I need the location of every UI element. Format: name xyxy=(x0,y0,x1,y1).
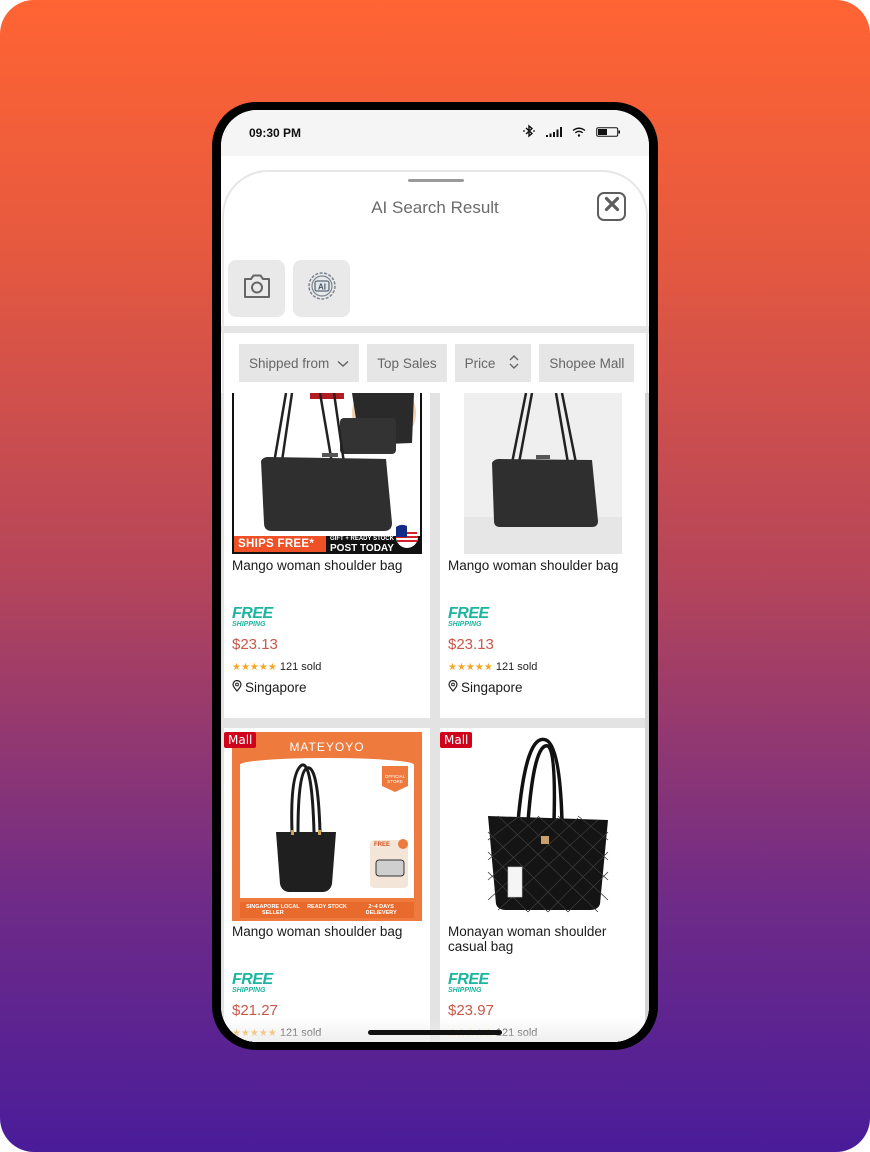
free-shipping-badge: FREE SHIPPING xyxy=(232,971,273,995)
product-name: Mango woman shoulder bag xyxy=(448,558,619,573)
product-image: MATEYOYO OFFICIAL STORE FREE SINGAPORE L… xyxy=(232,732,422,921)
footer-delivery: 2~4 DAYS DELIEVERY xyxy=(365,904,397,916)
battery-icon xyxy=(596,124,621,142)
product-name: Monayan woman shoulder casual bag xyxy=(448,924,607,954)
mall-badge: Mall xyxy=(440,732,473,748)
footer-ready-stock: READY STOCK xyxy=(307,904,347,910)
shipping-text: SHIPPING xyxy=(232,987,266,994)
sort-icon xyxy=(509,354,519,373)
free-text: FREE xyxy=(232,971,273,988)
star-rating-icon: ★★★★★ xyxy=(232,661,277,673)
product-name: Mango woman shoulder bag xyxy=(232,558,403,573)
sheet-drag-handle[interactable] xyxy=(408,179,464,182)
banner-ships-free: SHIPS FREE* xyxy=(238,538,315,550)
phone-screen: 09:30 PM AI Search Result AI Shipped fro… xyxy=(221,110,649,1042)
ai-chip-icon: AI xyxy=(306,270,338,307)
filter-shipped-from[interactable]: Shipped from xyxy=(239,344,360,382)
free-text: FREE xyxy=(448,605,489,622)
close-icon xyxy=(604,196,620,217)
phone-frame: 09:30 PM AI Search Result AI Shipped fro… xyxy=(212,102,658,1050)
shipping-text: SHIPPING xyxy=(448,987,482,994)
free-gift-label: FREE xyxy=(374,842,391,848)
product-grid: SHIPS FREE* GIFT + READY STOCK POST TODA… xyxy=(221,393,649,1042)
filter-label: Price xyxy=(464,355,496,371)
filter-label: Shopee Mall xyxy=(549,355,625,371)
ai-chip-label: AI xyxy=(318,283,326,292)
camera-search-button[interactable] xyxy=(228,260,285,317)
filter-bar: Shipped from Top Sales Price Shopee Mall xyxy=(239,344,635,382)
shipping-text: SHIPPING xyxy=(448,621,482,628)
product-image xyxy=(448,732,638,921)
filter-label: Top Sales xyxy=(377,355,437,371)
product-card[interactable]: Mall MATEYOYO OFFICIAL STORE FREE SINGAP… xyxy=(224,728,430,1042)
product-card[interactable]: Mango woman shoulder bag FREE SHIPPING $… xyxy=(440,393,645,718)
star-rating-icon: ★★★★★ xyxy=(448,661,493,673)
free-text: FREE xyxy=(448,971,489,988)
sheet-title: AI Search Result xyxy=(371,198,499,217)
product-image xyxy=(464,393,622,554)
location-pin-icon xyxy=(448,679,458,695)
chevron-down-icon xyxy=(337,356,349,371)
location-row: Singapore xyxy=(448,679,523,695)
footer-local-seller: SINGAPORE LOCAL SELLER xyxy=(246,904,300,916)
location-text: Singapore xyxy=(461,680,523,695)
product-card[interactable]: Mall Monayan woman shoulder casual bag F… xyxy=(440,728,645,1042)
product-price: $23.97 xyxy=(448,1002,494,1019)
free-text: FREE xyxy=(232,605,273,622)
product-name: Mango woman shoulder bag xyxy=(232,924,403,939)
location-row: Singapore xyxy=(232,679,307,695)
free-shipping-badge: FREE SHIPPING xyxy=(232,605,273,629)
ai-search-button[interactable]: AI xyxy=(293,260,350,317)
home-indicator[interactable] xyxy=(368,1030,502,1035)
filter-price[interactable]: Price xyxy=(454,344,532,382)
rating-row: ★★★★★ 121 sold xyxy=(232,661,321,673)
product-card[interactable]: SHIPS FREE* GIFT + READY STOCK POST TODA… xyxy=(224,393,430,718)
location-text: Singapore xyxy=(245,680,307,695)
free-shipping-badge: FREE SHIPPING xyxy=(448,971,489,995)
wifi-icon xyxy=(572,124,586,142)
shipping-text: SHIPPING xyxy=(232,621,266,628)
sold-count: 121 sold xyxy=(495,661,538,673)
filter-shopee-mall[interactable]: Shopee Mall xyxy=(539,344,635,382)
close-button[interactable] xyxy=(597,192,626,221)
scrollbar[interactable] xyxy=(645,393,649,1033)
signal-icon xyxy=(546,124,562,142)
status-time: 09:30 PM xyxy=(249,126,302,140)
camera-icon xyxy=(241,270,273,307)
bluetooth-icon xyxy=(522,124,536,143)
product-image: SHIPS FREE* GIFT + READY STOCK POST TODA… xyxy=(232,393,422,554)
banner-post-today: POST TODAY xyxy=(330,543,394,554)
official-store-badge: OFFICIAL STORE xyxy=(384,774,406,784)
filter-label: Shipped from xyxy=(249,355,330,371)
location-pin-icon xyxy=(232,679,242,695)
product-price: $23.13 xyxy=(448,636,494,653)
free-shipping-badge: FREE SHIPPING xyxy=(448,605,489,629)
mall-badge: Mall xyxy=(224,732,257,748)
banner-gift-ready-stock: GIFT + READY STOCK xyxy=(330,536,394,542)
sold-count: 121 sold xyxy=(279,661,322,673)
product-price: $21.27 xyxy=(232,1002,278,1019)
rating-row: ★★★★★ 121 sold xyxy=(448,661,537,673)
status-bar: 09:30 PM xyxy=(221,110,649,156)
section-divider xyxy=(221,326,649,333)
product-price: $23.13 xyxy=(232,636,278,653)
filter-top-sales[interactable]: Top Sales xyxy=(367,344,447,382)
